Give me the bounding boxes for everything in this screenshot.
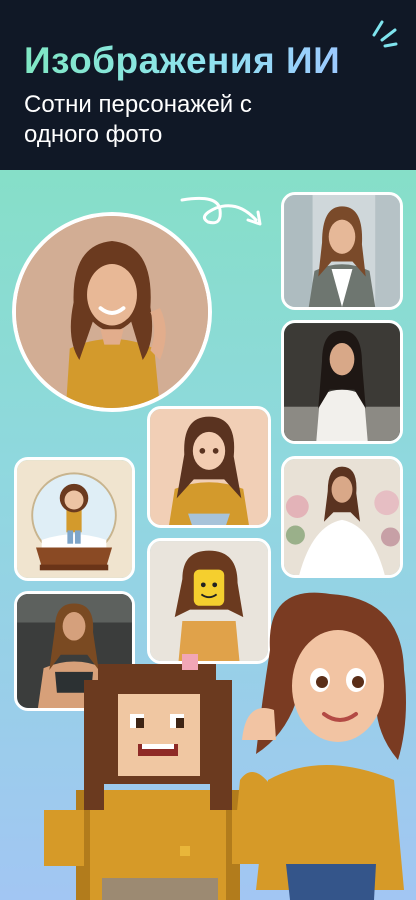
original-portrait-photo <box>12 212 212 412</box>
style-card-wedding[interactable] <box>281 456 403 578</box>
banner-title: Изображения ИИ <box>24 40 341 81</box>
style-figure-3d-cartoon[interactable] <box>226 590 416 900</box>
banner-subtitle: Сотни персонажей с одного фото <box>24 91 252 148</box>
style-card-white-dress[interactable] <box>281 320 403 444</box>
style-gallery <box>0 170 416 900</box>
style-card-snow-globe[interactable] <box>14 457 135 581</box>
style-card-business[interactable] <box>281 192 403 310</box>
style-card-anime[interactable] <box>147 406 271 528</box>
app-banner-header: Изображения ИИ Сотни персонажей с одного… <box>0 0 416 170</box>
curly-arrow-icon <box>180 196 262 226</box>
sparkle-icon <box>372 20 398 48</box>
